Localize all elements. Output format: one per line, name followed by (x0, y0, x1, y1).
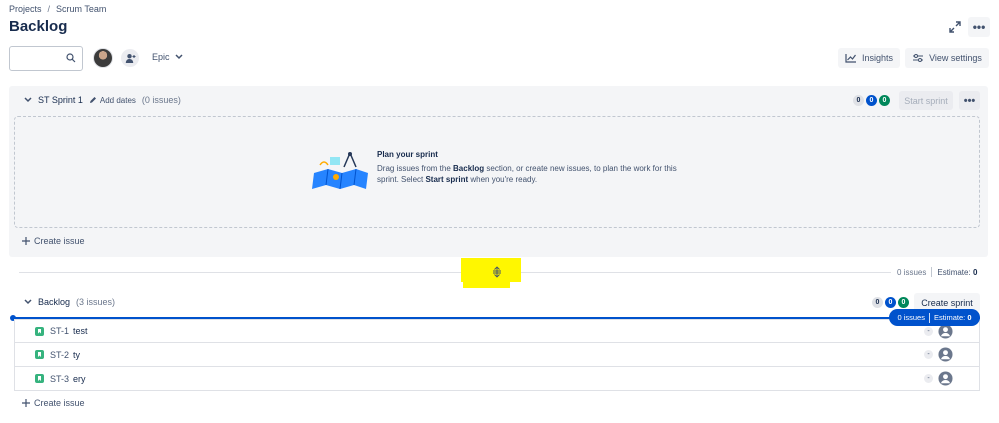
issue-summary: ery (73, 373, 86, 384)
plan-sprint-text: Drag issues from the Backlog section, or… (377, 164, 677, 184)
resize-handle-icon[interactable] (491, 266, 503, 278)
unassigned-avatar-icon[interactable] (938, 324, 953, 339)
chevron-down-icon[interactable] (24, 299, 32, 305)
view-settings-button[interactable]: View settings (905, 48, 989, 68)
breadcrumb-separator: / (47, 4, 51, 14)
insights-label: Insights (861, 53, 894, 63)
issue-key[interactable]: ST-2 (50, 350, 69, 360)
story-icon (35, 374, 44, 383)
sprint-more-button[interactable]: ••• (959, 91, 980, 110)
pencil-icon (89, 97, 96, 103)
plus-icon (22, 399, 30, 407)
sprint-name: ST Sprint 1 (38, 95, 83, 105)
estimate-chip[interactable]: - (924, 374, 933, 383)
section-divider (19, 272, 891, 273)
backlog-item-st-1[interactable]: ST-1 test - (14, 319, 980, 343)
unassigned-avatar-icon[interactable] (938, 371, 953, 386)
sprint-create-issue-button[interactable]: Create issue (22, 236, 85, 246)
sprint-status-badges: 0 0 0 (853, 95, 890, 106)
add-people-icon[interactable] (121, 49, 139, 67)
epic-filter[interactable]: Epic (152, 52, 183, 62)
breadcrumb-team[interactable]: Scrum Team (56, 4, 106, 14)
estimate-chip[interactable]: - (924, 350, 933, 359)
issue-key[interactable]: ST-1 (50, 326, 69, 336)
page-more-button[interactable]: ••• (968, 17, 990, 37)
expand-icon[interactable] (946, 18, 964, 36)
backlog-item-st-3[interactable]: ST-3 ery - (14, 367, 980, 391)
summary-estimate-label: Estimate: (937, 267, 971, 277)
chevron-down-icon (174, 54, 183, 60)
insights-button[interactable]: Insights (838, 48, 900, 68)
plan-sprint-title: Plan your sprint (377, 150, 438, 159)
estimate-chip[interactable]: - (924, 327, 933, 336)
view-settings-label: View settings (929, 53, 982, 63)
start-sprint-button[interactable]: Start sprint (899, 91, 953, 110)
summary-estimate-value: 0 (972, 267, 978, 277)
done-badge: 0 (879, 95, 890, 106)
search-icon (66, 53, 76, 65)
search-input[interactable] (9, 46, 83, 71)
user-avatar[interactable] (93, 48, 113, 68)
issue-summary: ty (73, 349, 81, 360)
done-badge: 0 (898, 297, 909, 308)
drag-summary-estimate-label: Estimate: (933, 313, 966, 322)
create-issue-label: Create issue (34, 398, 85, 408)
chevron-down-icon[interactable] (24, 97, 32, 103)
page-title: Backlog (9, 18, 68, 35)
story-icon (35, 350, 44, 359)
drag-summary-issues: 0 issues (897, 313, 925, 322)
add-dates-label: Add dates (99, 95, 136, 105)
backlog-item-st-2[interactable]: ST-2 ty - (14, 343, 980, 367)
plus-icon (22, 237, 30, 245)
sliders-icon (913, 54, 924, 62)
todo-badge: 0 (853, 95, 864, 106)
in-progress-badge: 0 (866, 95, 877, 106)
summary-issues: 0 issues (897, 267, 927, 277)
sprint-issue-count: (0 issues) (141, 95, 181, 105)
backlog-create-issue-button[interactable]: Create issue (22, 398, 85, 408)
breadcrumb: Projects / Scrum Team (9, 4, 106, 14)
issue-summary: test (73, 326, 88, 336)
add-dates-button[interactable]: Add dates (89, 96, 136, 105)
chart-icon (845, 54, 856, 63)
sprint-summary: 0 issues Estimate: 0 (897, 267, 977, 277)
unassigned-avatar-icon[interactable] (938, 347, 953, 362)
breadcrumb-projects[interactable]: Projects (9, 4, 42, 14)
backlog-status-badges: 0 0 0 (872, 297, 909, 308)
in-progress-badge: 0 (885, 297, 896, 308)
epic-filter-label: Epic (152, 52, 170, 62)
backlog-list: ST-1 test - ST-2 ty - ST-3 ery - (14, 319, 980, 391)
plan-sprint-illustration (312, 151, 370, 191)
drag-summary-pill: 0 issues Estimate: 0 (889, 309, 980, 326)
sprint-header[interactable]: ST Sprint 1 Add dates (0 issues) (24, 95, 181, 105)
backlog-issue-count: (3 issues) (76, 297, 116, 307)
drag-summary-estimate-value: 0 (967, 313, 972, 322)
backlog-name: Backlog (38, 297, 71, 307)
create-issue-label: Create issue (34, 236, 85, 246)
backlog-header[interactable]: Backlog (3 issues) (24, 297, 115, 307)
highlight-mark (463, 280, 510, 288)
story-icon (35, 326, 44, 336)
issue-key[interactable]: ST-3 (50, 374, 69, 384)
todo-badge: 0 (872, 297, 883, 308)
